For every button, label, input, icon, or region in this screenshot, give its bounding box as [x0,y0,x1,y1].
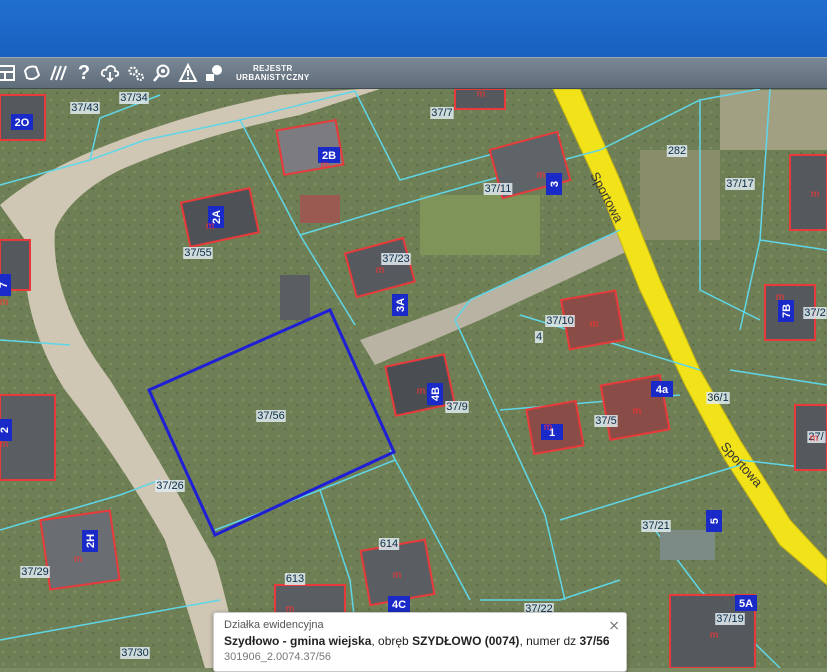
house-number: 5A [739,598,753,610]
building-marker: m [393,570,401,581]
cloud-download-icon[interactable] [98,61,122,85]
building-marker: m [537,170,545,181]
popup-parcel-number: 37/56 [579,634,610,648]
parcel-label: 4 [536,331,542,343]
map-toolbar: ? REJESTR URBANISTYCZNY [0,57,827,89]
parcel-label: 37/7 [431,107,452,119]
building-marker: m [376,265,384,276]
house-number-badge: 5A [735,595,757,611]
house-number-badge: 2H [82,530,98,552]
building-marker: m [0,297,8,308]
parcel-label: 37/2 [804,307,825,319]
parcel-label: 37/21 [642,520,670,532]
rejestr-line1: REJESTR [252,64,293,73]
settings-icon[interactable] [124,61,148,85]
map-canvas[interactable]: 37/4337/3437/728237/11 37/1737/55 37/2337/… [0,89,827,668]
parcel-label: 37/23 [382,253,410,265]
warning-icon[interactable] [176,61,200,85]
parcel-info-popup: ⨯ Działka ewidencyjna Szydłowo - gmina w… [213,612,627,672]
layout-icon[interactable] [0,61,18,85]
parcel-label: 282 [668,145,686,157]
popup-title: Działka ewidencyjna [224,619,324,631]
house-number: 2 [0,427,11,433]
building-marker: m [417,386,425,397]
zoom-icon[interactable] [150,61,174,85]
house-number-badge: 2 [0,419,12,441]
house-number: 2O [15,117,30,129]
parcel-label: 36/1 [707,392,728,404]
parcel-label: 37/29 [21,566,49,578]
parcel-label: 37/5 [595,415,616,427]
building-marker: m [477,89,485,100]
building-marker: m [544,422,552,433]
popup-sep1: , obręb [371,634,413,648]
building-marker: m [811,189,819,200]
map-view[interactable]: 37/43 37/34 37/7 282 37/11 37/17 37/55 37/23 37/… [0,89,827,668]
parcel-label: 37/55 [184,247,212,259]
house-number-badge: 2O [11,114,33,130]
house-number-badge: 3 [546,173,562,195]
help-icon[interactable]: ? [72,61,96,85]
building-marker: m [633,406,641,417]
house-number-badge: 4B [427,383,443,405]
house-number: 4C [392,599,406,611]
parcel-label: 37/26 [156,480,184,492]
parcel-label: 37/10 [546,315,574,327]
app-header [0,0,827,57]
parcel-label: 37/19 [716,613,744,625]
parcel-label: 37/43 [71,102,99,114]
hatch-icon[interactable] [46,61,70,85]
popup-precinct: SZYDŁOWO (0074) [412,634,520,648]
lawn [420,195,540,255]
parcel-label: 37/9 [446,401,467,413]
rejestr-urbanistyczny-button[interactable]: REJESTR URBANISTYCZNY [236,64,310,82]
house-number: 4a [656,384,669,396]
field [720,90,827,150]
parcel-label: 37/17 [726,178,754,190]
layers-icon[interactable] [202,61,226,85]
house-number: 7 [0,282,10,288]
building-marker: m [590,319,598,330]
house-number-badge: 3A [392,294,408,316]
popup-parcel-description: Szydłowo - gmina wiejska, obręb SZYDŁOWO… [224,634,616,648]
field [640,150,720,240]
house-number: 4B [430,387,442,401]
house-number: 5 [709,518,721,524]
selected-parcel-label: 37/56 [257,410,285,422]
building-marker: m [74,554,82,565]
popup-sep2: , numer dz [519,634,580,648]
house-number: 3A [395,298,407,312]
parcel-label: 37/34 [120,92,148,104]
house-number-badge: 4a [651,381,673,397]
rejestr-line2: URBANISTYCZNY [236,73,310,82]
popup-municipality: Szydłowo - gmina wiejska [224,634,372,648]
house-number-badge: 4C [388,596,410,612]
building-marker: m [321,160,329,171]
building-marker: m [710,630,718,641]
shape-icon[interactable] [20,61,44,85]
house-number: 2H [85,534,97,548]
house-number-badge: 7B [778,300,794,322]
building-marker: m [776,292,784,303]
popup-identifier: 301906_2.0074.37/56 [224,651,332,663]
close-icon[interactable]: ⨯ [608,617,620,634]
building-marker: m [810,433,818,444]
building-marker: m [206,221,214,232]
parcel-label: 613 [286,573,304,585]
parcel-label: 37/11 [485,183,512,195]
parcel-label: 37/30 [121,647,149,659]
house-number: 3 [549,181,561,187]
parcel-label: 614 [380,538,398,550]
house-number-badge: 5 [706,510,722,532]
house-number: 7B [781,304,793,318]
house-number-badge: 7 [0,274,11,296]
building-marker: m [0,439,8,450]
